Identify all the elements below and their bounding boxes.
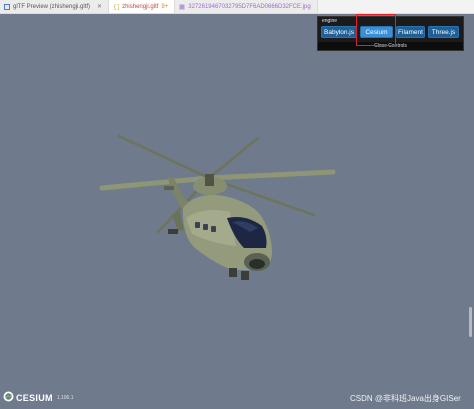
tab-label: glTF Preview (zhishengji.gltf) <box>13 3 91 10</box>
cesium-logo-text: CESIUM <box>16 393 53 403</box>
helicopter-model <box>99 134 336 280</box>
tab-label: 3272619467032795D7F6AD0666D32FCE.jpg <box>188 3 311 10</box>
cesium-version: 1.106.1 <box>56 395 74 401</box>
tab-gltf-preview[interactable]: glTF Preview (zhishengji.gltf) ✕ <box>0 0 110 13</box>
engine-button-threejs[interactable]: Three.js <box>428 26 459 38</box>
engine-button-cesium[interactable]: Cesium <box>360 26 393 38</box>
tab-jpg-file[interactable]: 3272619467032795D7F6AD0666D32FCE.jpg <box>175 0 318 13</box>
engine-panel-title: engine <box>322 18 338 24</box>
engine-button-filament[interactable]: Filament <box>396 26 425 38</box>
svg-text:{}: {} <box>113 4 119 10</box>
image-file-icon <box>179 4 185 10</box>
close-tab-icon[interactable]: ✕ <box>97 3 102 10</box>
json-file-icon: {} <box>113 4 121 11</box>
close-controls-button[interactable]: Close Controls <box>318 42 463 50</box>
engine-controls-panel: engine Babylon.js Cesium Filament Three.… <box>317 16 464 51</box>
vertical-scrollbar[interactable] <box>469 307 472 337</box>
tab-label: zhishengji.gltf <box>122 3 159 10</box>
problems-badge: 9+ <box>161 3 169 10</box>
gltf-viewer-canvas[interactable]: engine Babylon.js Cesium Filament Three.… <box>0 14 474 409</box>
cesium-credit[interactable]: CESIUM 1.106.1 <box>3 389 74 407</box>
editor-tab-bar: glTF Preview (zhishengji.gltf) ✕ {} zhis… <box>0 0 474 14</box>
cesium-logo-icon <box>3 389 14 407</box>
tab-gltf-file[interactable]: {} zhishengji.gltf 9+ <box>109 0 176 13</box>
preview-icon <box>4 3 10 10</box>
engine-button-babylon[interactable]: Babylon.js <box>321 26 357 38</box>
csdn-watermark: CSDN @非科班Java出身GISer <box>350 394 461 403</box>
